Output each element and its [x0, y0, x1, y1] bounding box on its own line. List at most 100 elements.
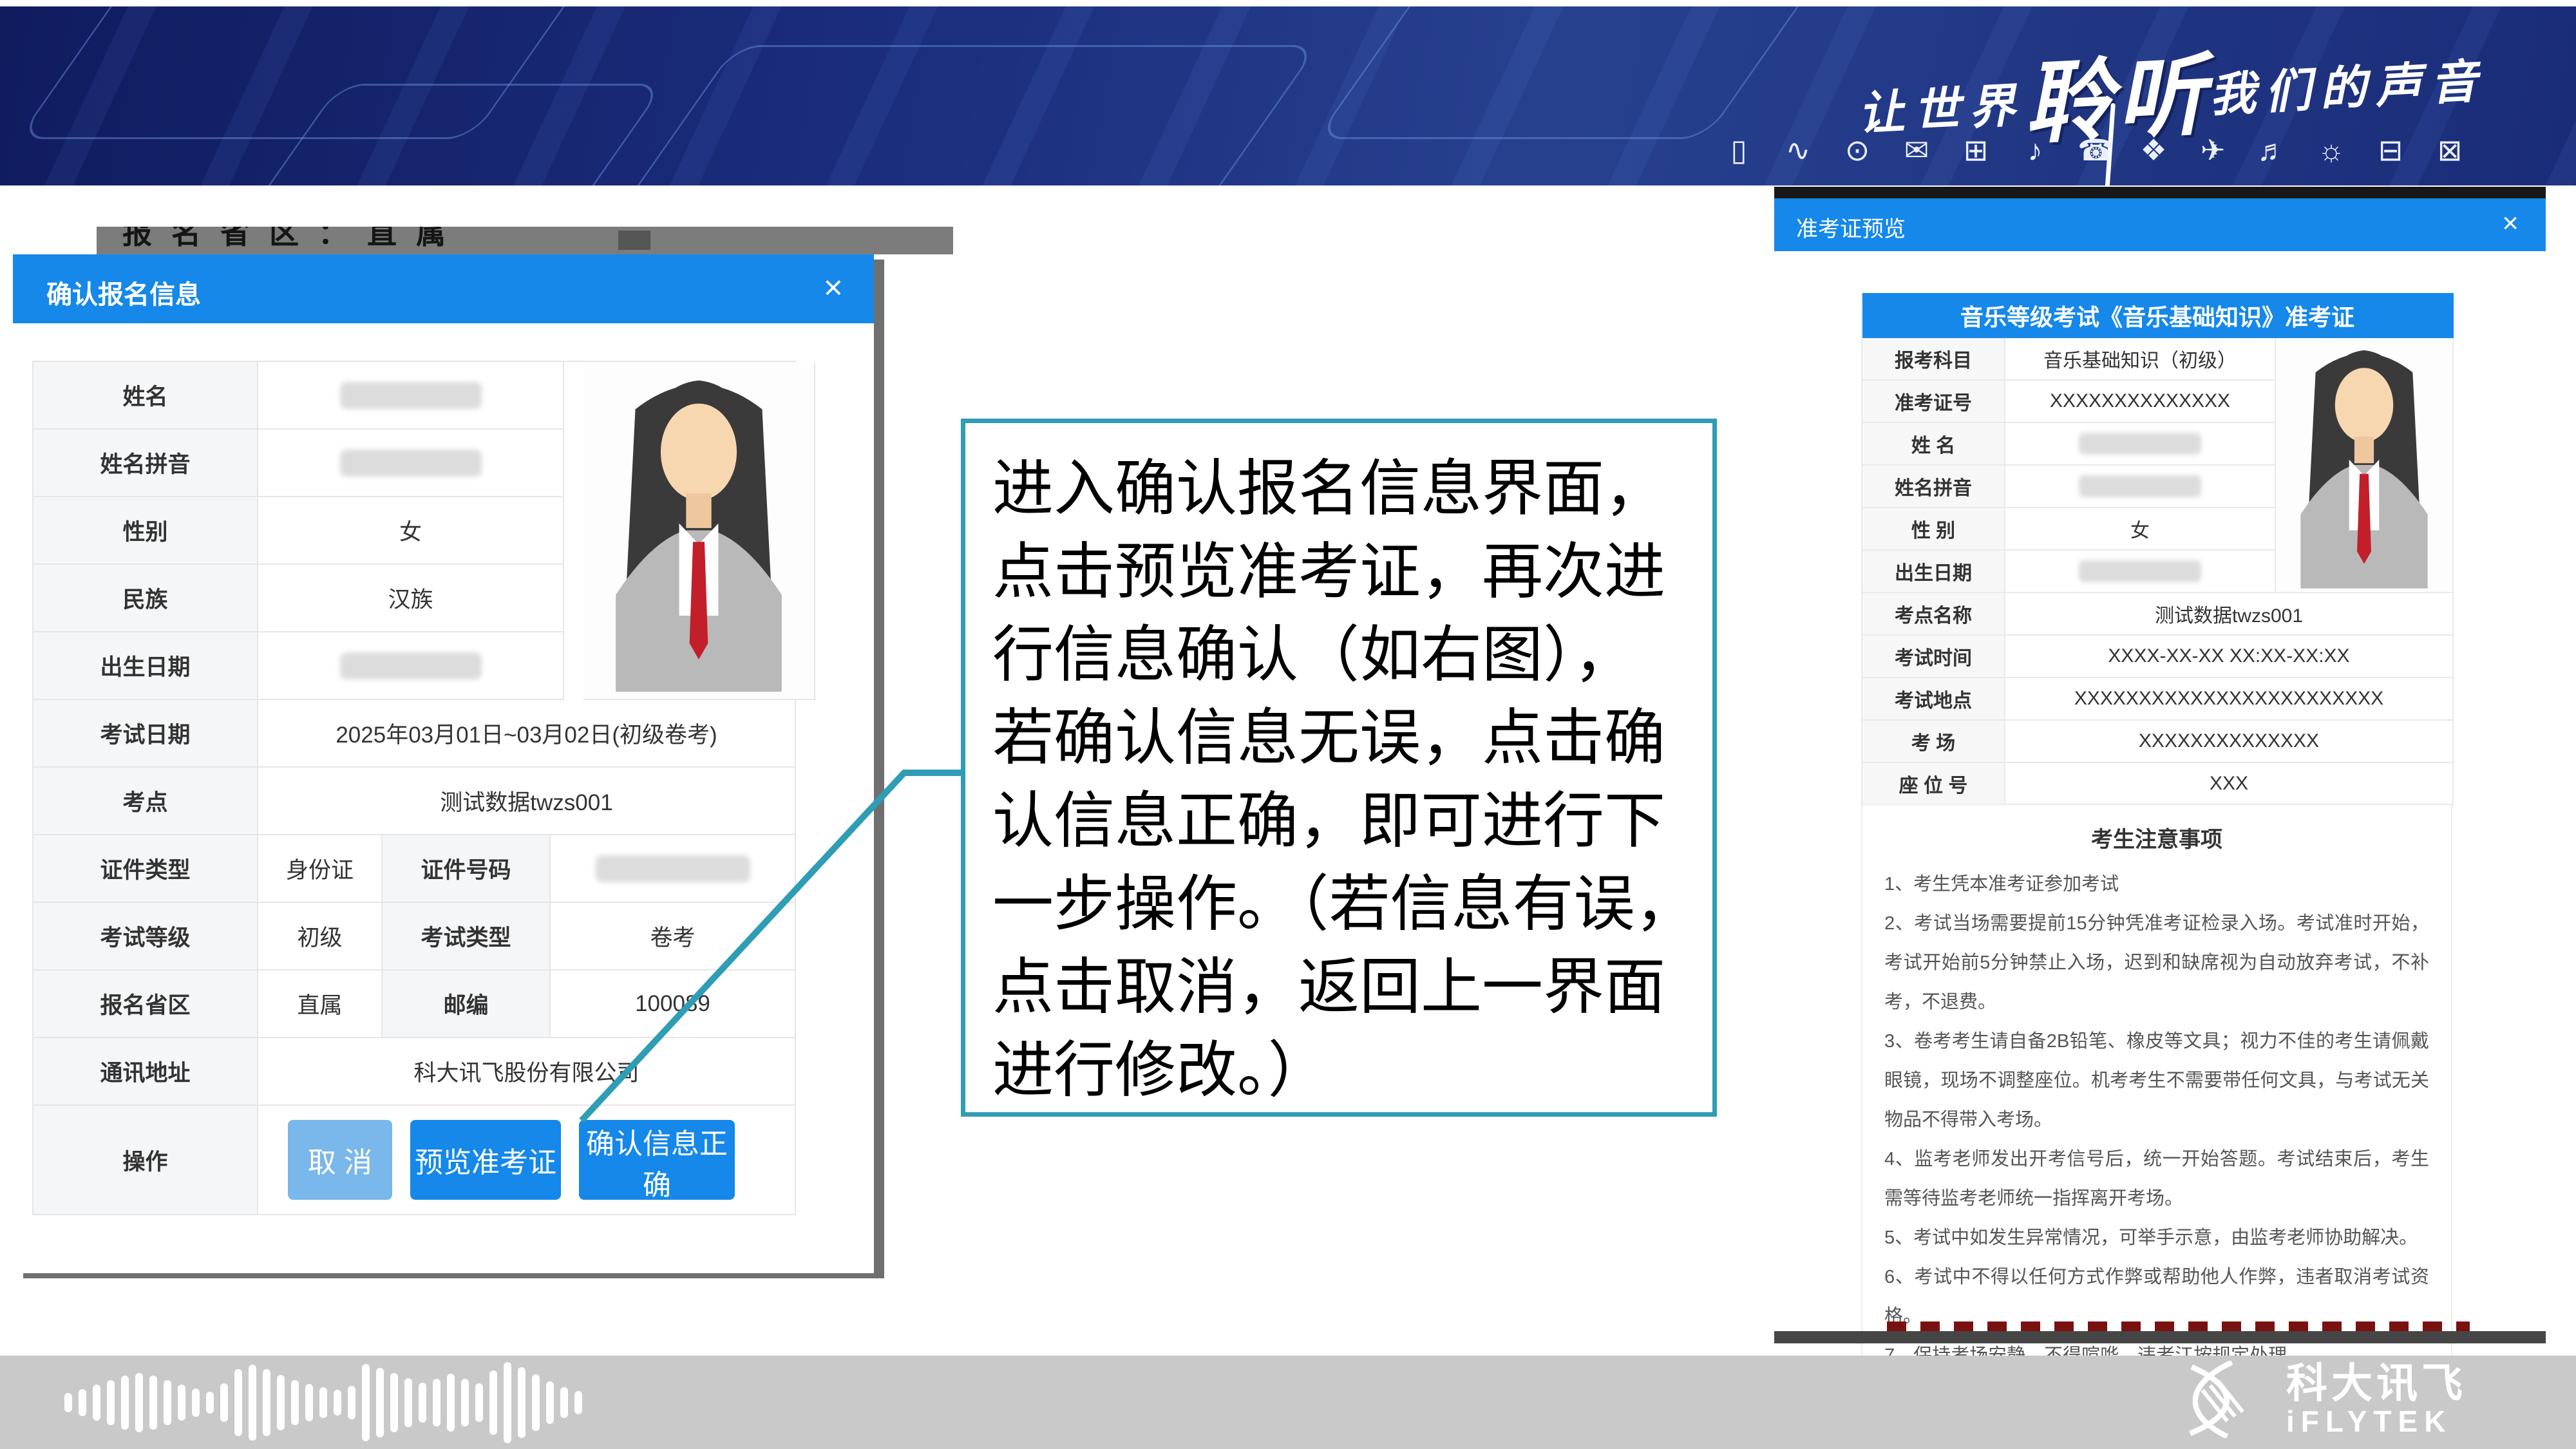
- brightness-icon: ☼: [2315, 133, 2348, 167]
- waveform-bar: [206, 1392, 214, 1414]
- confirm-registration-modal: 确认报名信息 × 姓名姓名拼音性别女民族汉族出生日期考试日期2025年03月01…: [13, 254, 874, 1273]
- waveform-bar: [121, 1376, 129, 1430]
- applicant-photo: [2276, 338, 2454, 593]
- row-label: 考试类型: [383, 903, 551, 971]
- preview-ticket-button[interactable]: 预览准考证: [410, 1120, 561, 1200]
- table-row: 考试等级初级考试类型卷考: [33, 903, 796, 971]
- waveform-bar: [234, 1369, 242, 1436]
- iflytek-swoosh-icon: [2166, 1361, 2269, 1438]
- waveform-bar: [348, 1386, 355, 1419]
- row-value: 测试数据twzs001: [2005, 593, 2454, 636]
- row-value: 100089: [551, 971, 796, 1038]
- waveform-bar: [149, 1376, 157, 1430]
- waveform-bar: [93, 1385, 100, 1421]
- instruction-line: 行信息确认（如右图），: [992, 614, 1693, 697]
- row-label: 姓名: [33, 362, 258, 430]
- row-label: 姓名拼音: [33, 430, 258, 497]
- row-label: 考点名称: [1862, 593, 2005, 636]
- waveform-bar: [489, 1370, 497, 1435]
- redacted-value: [2079, 433, 2201, 455]
- close-icon[interactable]: ×: [824, 269, 843, 307]
- waveform-bar: [518, 1367, 526, 1438]
- cancel-button[interactable]: 取 消: [288, 1120, 392, 1200]
- redacted-value: [596, 855, 750, 882]
- background-dialog-button: [618, 231, 650, 250]
- row-value: XXXXXXXXXXXXXX: [2005, 381, 2276, 423]
- row-label: 考点: [33, 768, 258, 835]
- row-label: 考试等级: [33, 903, 258, 971]
- notice-heading: 考生注意事项: [1884, 822, 2429, 853]
- table-row: 证件类型身份证证件号码: [33, 835, 796, 903]
- row-label: 操作: [33, 1106, 258, 1215]
- plane-icon: ✈: [2196, 133, 2230, 167]
- row-value: [2005, 423, 2276, 466]
- waveform-bar: [277, 1375, 285, 1430]
- waveform-bar: [164, 1380, 171, 1425]
- table-row: 操作取 消预览准考证确认信息正确: [33, 1106, 796, 1215]
- waveform-bar: [546, 1381, 554, 1424]
- slogan-prefix: 让世界: [1857, 77, 2025, 140]
- background-dialog-text: 报名省区：直属: [122, 227, 465, 252]
- table-row: 考试日期2025年03月01日~03月02日(初级卷考): [33, 700, 796, 768]
- row-label: 证件号码: [383, 835, 551, 903]
- confirm-info-button[interactable]: 确认信息正确: [579, 1120, 735, 1200]
- waveform-bar: [178, 1385, 185, 1421]
- waveform-bar: [390, 1373, 398, 1432]
- notice-card: 考生注意事项 1、考生凭本准考证参加考试2、考试当场需要提前15分钟凭准考证检录…: [1861, 804, 2452, 1449]
- brand-name-en: iFLYTEK: [2286, 1406, 2467, 1436]
- row-value: 汉族: [258, 565, 564, 632]
- row-label: 出生日期: [1862, 551, 2005, 593]
- table-row: 考试地点XXXXXXXXXXXXXXXXXXXXXXXX: [1862, 678, 2454, 721]
- row-label: 座 位 号: [1862, 763, 2005, 806]
- modal-titlebar: 确认报名信息 ×: [13, 254, 874, 323]
- row-value: [2005, 466, 2276, 508]
- waveform-bar: [291, 1380, 299, 1425]
- row-actions: 取 消预览准考证确认信息正确: [258, 1106, 796, 1215]
- row-label: 民族: [33, 565, 258, 632]
- applicant-photo: [583, 362, 815, 700]
- row-value: 直属: [258, 971, 383, 1038]
- row-value: XXX: [2005, 763, 2454, 806]
- instruction-line: 点击取消，返回上一界面: [992, 946, 1693, 1029]
- waveform-bar: [504, 1362, 511, 1443]
- waveform-bar: [79, 1389, 86, 1416]
- row-value: XXXXXXXXXXXXXX: [2005, 721, 2454, 763]
- waveform-bar: [362, 1364, 370, 1441]
- row-value: 卷考: [551, 903, 796, 971]
- waveform-bar: [319, 1387, 327, 1418]
- waveform-bar: [220, 1383, 228, 1422]
- phone-call-icon: ☎: [2078, 133, 2111, 167]
- mail-icon: ✉: [1900, 133, 1933, 167]
- music-note-icon: ♪: [2018, 133, 2052, 167]
- row-label: 性 别: [1862, 508, 2005, 551]
- waveform-bar: [461, 1379, 469, 1426]
- waveform-bar: [574, 1391, 582, 1414]
- waveform-bar: [433, 1379, 440, 1426]
- row-value: 音乐基础知识（初级）: [2005, 338, 2276, 381]
- waveform-bar: [560, 1387, 568, 1418]
- clipped-red-text: [1887, 1321, 2470, 1331]
- waveform-bar: [263, 1369, 270, 1436]
- registration-table: 姓名姓名拼音性别女民族汉族出生日期考试日期2025年03月01日~03月02日(…: [32, 361, 796, 1215]
- row-value: XXXX-XX-XX XX:XX-XX:XX: [2005, 636, 2454, 678]
- waveform-bar: [404, 1378, 412, 1427]
- instruction-line: 若确认信息无误，点击确: [992, 697, 1693, 780]
- banner-icon-row: ▯∿⊙✉⊞♪☎❖✈♬☼⊟⊠: [1722, 133, 2467, 167]
- notice-item: 4、监考老师发出开考信号后，统一开始答题。考试结束后，考生需等待监考老师统一指挥…: [1884, 1140, 2429, 1218]
- row-label: 考试地点: [1862, 678, 2005, 721]
- voice-waveform-logo: [64, 1356, 582, 1449]
- row-label: 出生日期: [33, 632, 258, 700]
- close-icon[interactable]: ×: [2502, 207, 2519, 240]
- table-row: 考点名称测试数据twzs001: [1862, 593, 2454, 636]
- row-value: [2005, 551, 2276, 593]
- row-value: [258, 632, 564, 700]
- row-value: 女: [2005, 508, 2276, 551]
- panel-bottom-bar: [1774, 1331, 2546, 1343]
- cart-icon: ⊟: [2374, 133, 2407, 167]
- row-label: 通讯地址: [33, 1038, 258, 1106]
- row-value: [551, 835, 796, 903]
- chat-icon: ❖: [2137, 133, 2170, 167]
- row-value: 科大讯飞股份有限公司: [258, 1038, 796, 1106]
- slogan-suffix: 我们的声音: [2208, 53, 2487, 122]
- redacted-value: [340, 652, 482, 679]
